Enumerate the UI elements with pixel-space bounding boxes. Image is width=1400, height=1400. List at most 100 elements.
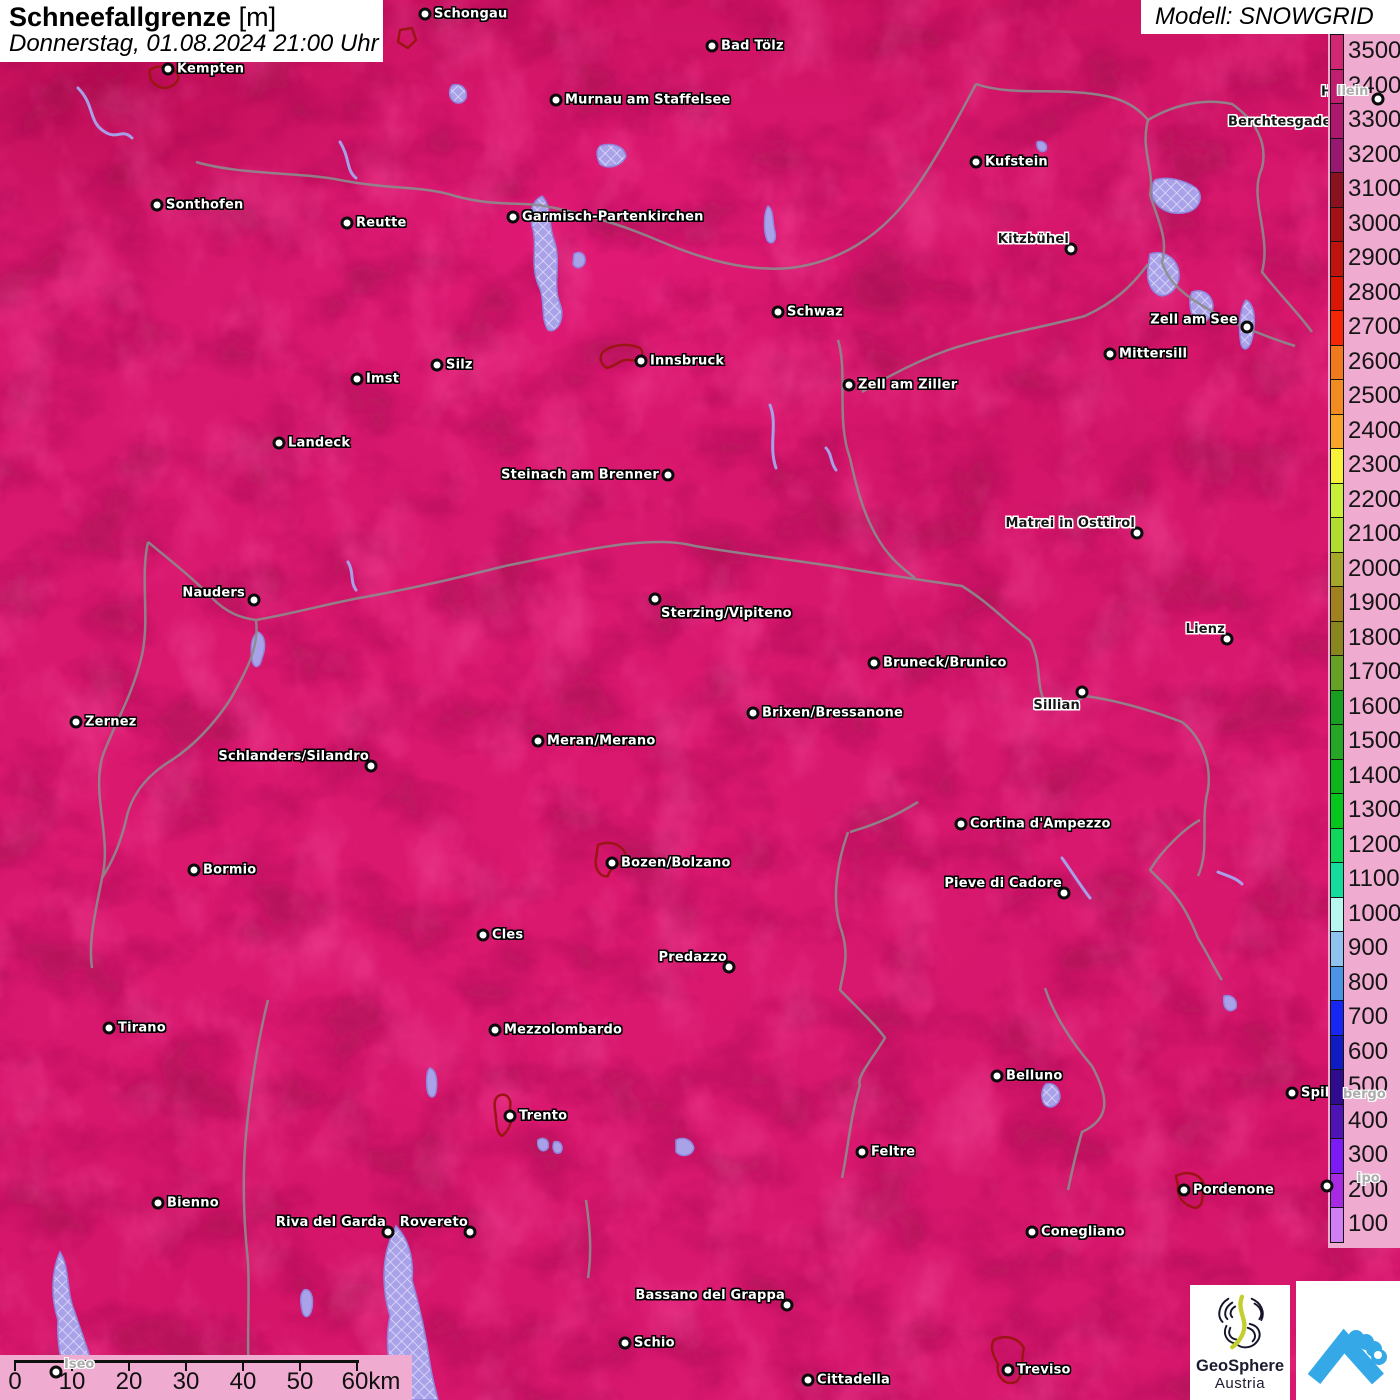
city-label: Cles — [492, 927, 524, 943]
city-label: Bad Tölz — [721, 38, 784, 54]
city-dot — [69, 715, 83, 729]
city-label: Kitzbühel — [997, 232, 1069, 247]
city-label: Matrei in Osttirol — [1005, 516, 1135, 531]
legend-value-800: 800 — [1348, 968, 1389, 996]
city-label: Garmisch-Partenkirchen — [522, 209, 704, 225]
legend-value-3300: 3300 — [1348, 106, 1400, 133]
city-dot — [1240, 320, 1254, 334]
city-label: Schwaz — [787, 304, 843, 320]
city-label: Zell am See — [1150, 312, 1238, 328]
city-label: Bormio — [203, 862, 257, 878]
legend-value-3500: 3500 — [1348, 37, 1400, 64]
legend-swatch-100 — [1330, 1207, 1344, 1243]
city-dot — [506, 210, 520, 224]
map-title-text: Schneefallgrenze — [9, 2, 232, 32]
city-dot — [187, 863, 201, 877]
city-dot — [661, 468, 675, 482]
legend-swatch-2400 — [1330, 413, 1344, 450]
legend-swatch-1900 — [1330, 586, 1344, 622]
geosphere-contour-icon — [1218, 1294, 1264, 1350]
legend-swatch-1800 — [1330, 620, 1344, 657]
avalanche-logo-box — [1296, 1281, 1400, 1400]
legend-value-1900: 1900 — [1348, 589, 1400, 616]
legend-swatch-900 — [1330, 931, 1344, 967]
map-datetime: Donnerstag, 01.08.2024 21:00 Uhr — [9, 30, 379, 58]
city-label: Pieve di Cadore — [944, 876, 1062, 891]
legend-swatch-1000 — [1330, 896, 1344, 933]
city-label: Landeck — [288, 435, 351, 451]
city-dot — [867, 656, 881, 670]
legend-value-3000: 3000 — [1348, 209, 1400, 237]
city-dot — [531, 734, 545, 748]
city-dot — [605, 856, 619, 870]
city-label: Kufstein — [985, 154, 1048, 170]
city-label: Innsbruck — [650, 353, 725, 369]
city-label: Bruneck/Brunico — [883, 655, 1007, 671]
legend-swatch-2800 — [1330, 275, 1344, 312]
city-dot — [1001, 1363, 1015, 1377]
legend-swatch-3400 — [1330, 68, 1344, 105]
city-dot — [648, 592, 662, 606]
city-dot — [990, 1069, 1004, 1083]
legend-swatch-3200 — [1330, 137, 1344, 174]
city-label: Sonthofen — [166, 197, 244, 213]
city-label: Schlanders/Silandro — [218, 749, 369, 764]
city-dot — [247, 593, 261, 607]
city-dot — [842, 378, 856, 392]
avalanche-mountain-icon — [1307, 1328, 1387, 1385]
legend-value-2100: 2100 — [1348, 520, 1400, 547]
city-dot — [969, 155, 983, 169]
city-dot — [340, 216, 354, 230]
city-marker-layer: Schongau Bad Tölz Kempten Murnau am Staffel… — [0, 0, 1400, 1400]
city-label: Sillian — [1033, 698, 1080, 713]
legend-value-200: 200 — [1348, 1175, 1389, 1203]
city-label: Feltre — [871, 1144, 916, 1160]
legend-swatch-200 — [1330, 1172, 1344, 1209]
city-label: Bienno — [167, 1195, 219, 1211]
legend-swatch-2700 — [1330, 310, 1344, 346]
scalebar-label: 20 — [115, 1368, 143, 1395]
legend-swatch-2900 — [1330, 241, 1344, 277]
legend-value-2800: 2800 — [1348, 278, 1400, 306]
city-label: Trento — [519, 1108, 568, 1124]
city-dot — [618, 1336, 632, 1350]
city-dot — [705, 39, 719, 53]
city-label: Bozen/Bolzano — [621, 855, 731, 871]
city-dot — [1285, 1086, 1299, 1100]
legend-value-600: 600 — [1348, 1037, 1389, 1065]
city-dot — [1103, 347, 1117, 361]
city-label: Schio — [634, 1335, 675, 1351]
city-dot — [549, 93, 563, 107]
city-label: Cittadella — [817, 1372, 891, 1388]
legend-value-1400: 1400 — [1348, 761, 1400, 789]
city-label: Kempten — [177, 61, 245, 77]
city-label: Mittersill — [1119, 346, 1188, 362]
city-label: Zernez — [85, 714, 137, 730]
legend-swatch-1700 — [1330, 655, 1344, 691]
legend-value-2200: 2200 — [1348, 485, 1400, 513]
legend-swatch-1500 — [1330, 724, 1344, 760]
scalebar-label: 40 — [229, 1368, 257, 1395]
city-dot — [954, 817, 968, 831]
city-label: Nauders — [182, 585, 245, 601]
city-dot — [855, 1145, 869, 1159]
legend-swatch-2100 — [1330, 517, 1344, 553]
city-dot — [634, 354, 648, 368]
legend-value-400: 400 — [1348, 1106, 1389, 1134]
model-label: Modell: SNOWGRID — [1141, 0, 1400, 34]
geosphere-austria-logo: GeoSphere Austria — [1190, 1285, 1290, 1400]
legend-value-2300: 2300 — [1348, 451, 1400, 478]
legend-value-3200: 3200 — [1348, 140, 1400, 168]
city-label: Conegliano — [1041, 1224, 1125, 1240]
scalebar-label: 50 — [286, 1368, 314, 1395]
legend-swatch-2500 — [1330, 379, 1344, 415]
legend-value-1200: 1200 — [1348, 830, 1400, 858]
legend-value-2400: 2400 — [1348, 416, 1400, 444]
legend-swatch-2300 — [1330, 448, 1344, 484]
legend-swatch-700 — [1330, 1000, 1344, 1036]
legend-value-100: 100 — [1348, 1210, 1389, 1237]
city-label: Rovereto — [399, 1215, 468, 1230]
legend-swatch-1400 — [1330, 758, 1344, 795]
legend-value-300: 300 — [1348, 1141, 1389, 1168]
legend-value-2500: 2500 — [1348, 382, 1400, 409]
